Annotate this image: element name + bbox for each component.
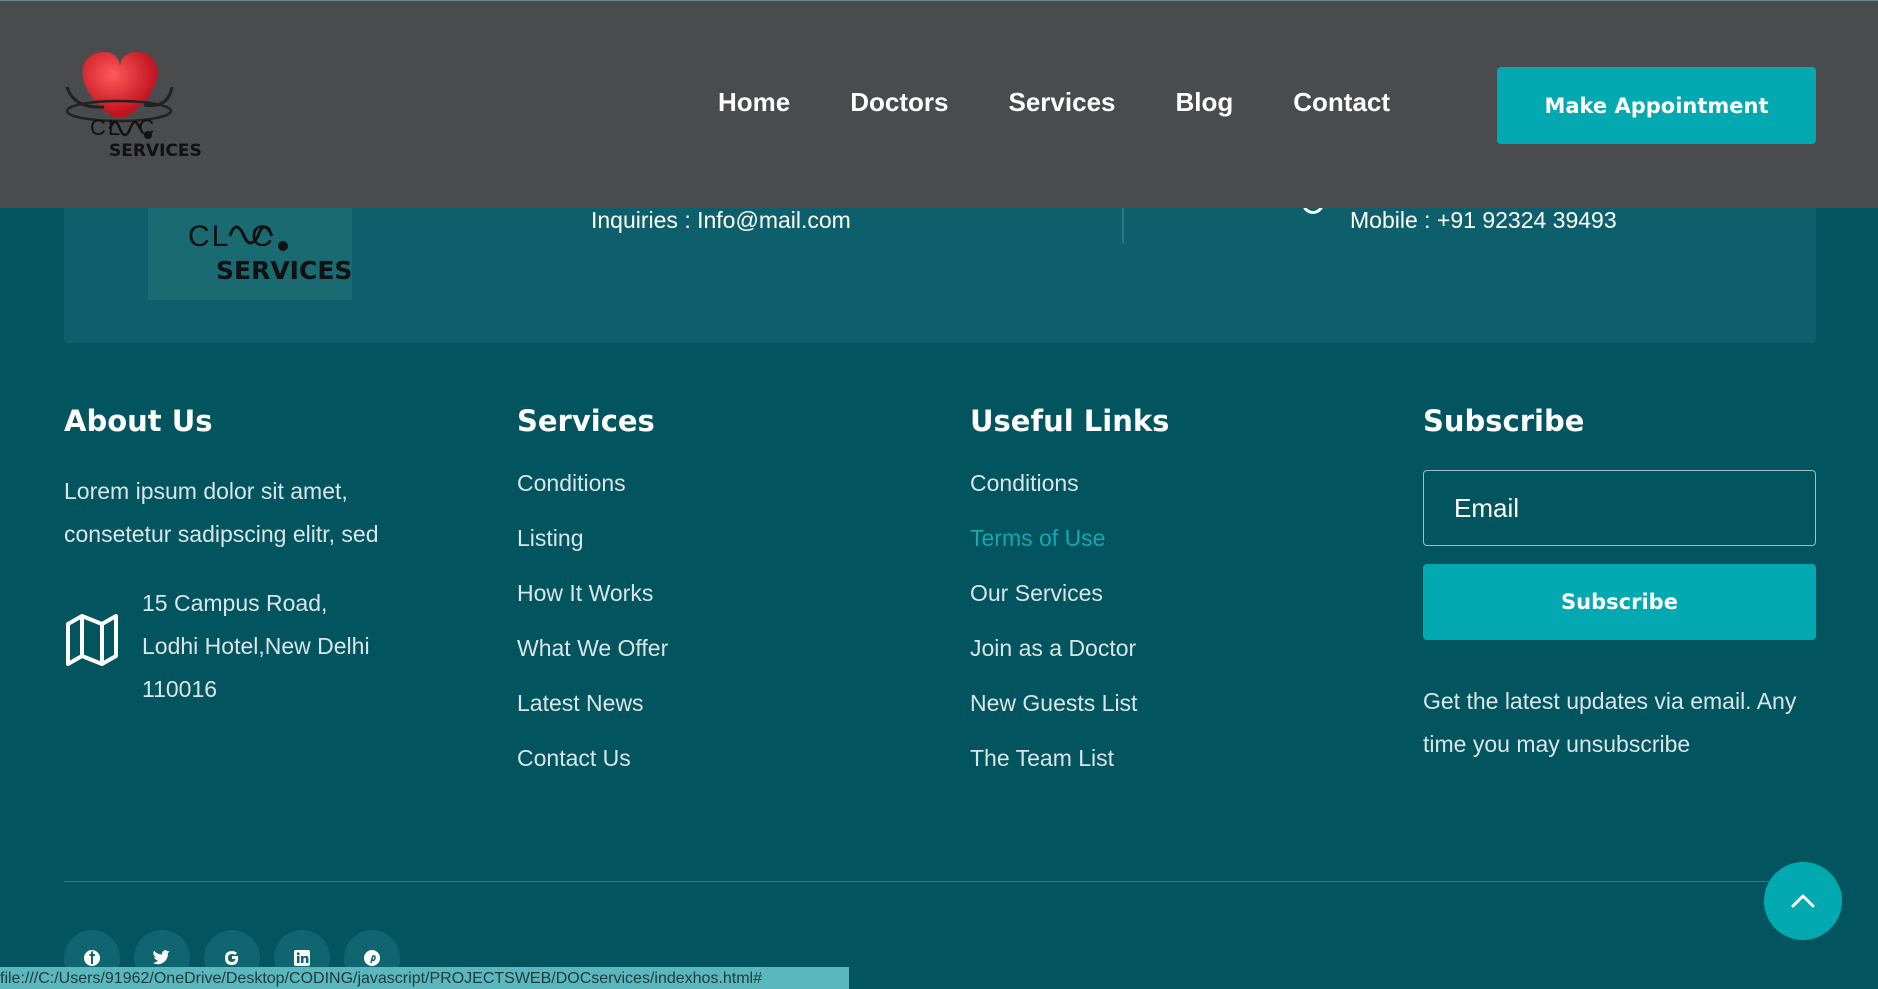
site-header: CL C SERVICES Home Doctors Services Blog… — [0, 0, 1878, 208]
services-column: Services Conditions Listing How It Works… — [517, 404, 917, 800]
address-line-2: Lodhi Hotel,New Delhi — [142, 633, 370, 659]
nav-doctors[interactable]: Doctors — [850, 87, 948, 118]
logo-services-text: SERVICES — [216, 256, 353, 285]
inquiries-text: Inquiries : Info@mail.com — [591, 207, 851, 233]
services-title: Services — [517, 404, 655, 438]
useful-link-terms-of-use[interactable]: Terms of Use — [970, 525, 1370, 580]
nav-contact[interactable]: Contact — [1293, 87, 1390, 118]
brand-clinic-text: CL C — [90, 115, 157, 140]
nav-services[interactable]: Services — [1009, 87, 1116, 118]
services-link-contact-us[interactable]: Contact Us — [517, 745, 917, 800]
brand-services-text: SERVICES — [109, 141, 202, 161]
mobile-text: Mobile : +91 92324 39493 — [1350, 207, 1617, 233]
address-block: 15 Campus Road, Lodhi Hotel,New Delhi 11… — [64, 582, 464, 711]
services-link-what-we-offer[interactable]: What We Offer — [517, 635, 917, 690]
nav-blog[interactable]: Blog — [1175, 87, 1233, 118]
email-field[interactable]: Email — [1423, 470, 1816, 546]
footer-divider — [64, 881, 1816, 882]
make-appointment-button[interactable]: Make Appointment — [1497, 67, 1816, 144]
services-link-conditions[interactable]: Conditions — [517, 470, 917, 525]
useful-link-new-guests-list[interactable]: New Guests List — [970, 690, 1370, 745]
browser-status-url: file:///C:/Users/91962/OneDrive/Desktop/… — [0, 967, 849, 989]
main-nav: Home Doctors Services Blog Contact — [718, 87, 1390, 118]
brand-logo[interactable]: CL C SERVICES — [64, 47, 204, 167]
useful-links-title: Useful Links — [970, 404, 1170, 438]
nav-home[interactable]: Home — [718, 87, 790, 118]
map-icon — [66, 614, 118, 666]
about-title: About Us — [64, 404, 213, 438]
subscribe-column: Subscribe Email Subscribe Get the latest… — [1423, 404, 1816, 766]
services-link-listing[interactable]: Listing — [517, 525, 917, 580]
scroll-to-top-button[interactable] — [1764, 862, 1842, 940]
services-link-latest-news[interactable]: Latest News — [517, 690, 917, 745]
subscribe-button[interactable]: Subscribe — [1423, 564, 1816, 640]
about-column: About Us Lorem ipsum dolor sit amet, con… — [64, 404, 464, 711]
useful-link-conditions[interactable]: Conditions — [970, 470, 1370, 525]
address-line-1: 15 Campus Road, — [142, 590, 328, 616]
useful-links-column: Useful Links Conditions Terms of Use Our… — [970, 404, 1370, 800]
useful-link-our-services[interactable]: Our Services — [970, 580, 1370, 635]
services-link-how-it-works[interactable]: How It Works — [517, 580, 917, 635]
address-line-3: 110016 — [142, 676, 218, 702]
useful-link-team-list[interactable]: The Team List — [970, 745, 1370, 800]
services-list: Conditions Listing How It Works What We … — [517, 470, 917, 800]
useful-links-list: Conditions Terms of Use Our Services Joi… — [970, 470, 1370, 800]
chevron-up-icon — [1791, 894, 1815, 908]
logo-clinic-text: CL C — [188, 220, 275, 253]
subscribe-title: Subscribe — [1423, 404, 1585, 438]
useful-link-join-as-doctor[interactable]: Join as a Doctor — [970, 635, 1370, 690]
subscribe-note: Get the latest updates via email. Any ti… — [1423, 688, 1797, 757]
about-text: Lorem ipsum dolor sit amet, consetetur s… — [64, 478, 379, 547]
